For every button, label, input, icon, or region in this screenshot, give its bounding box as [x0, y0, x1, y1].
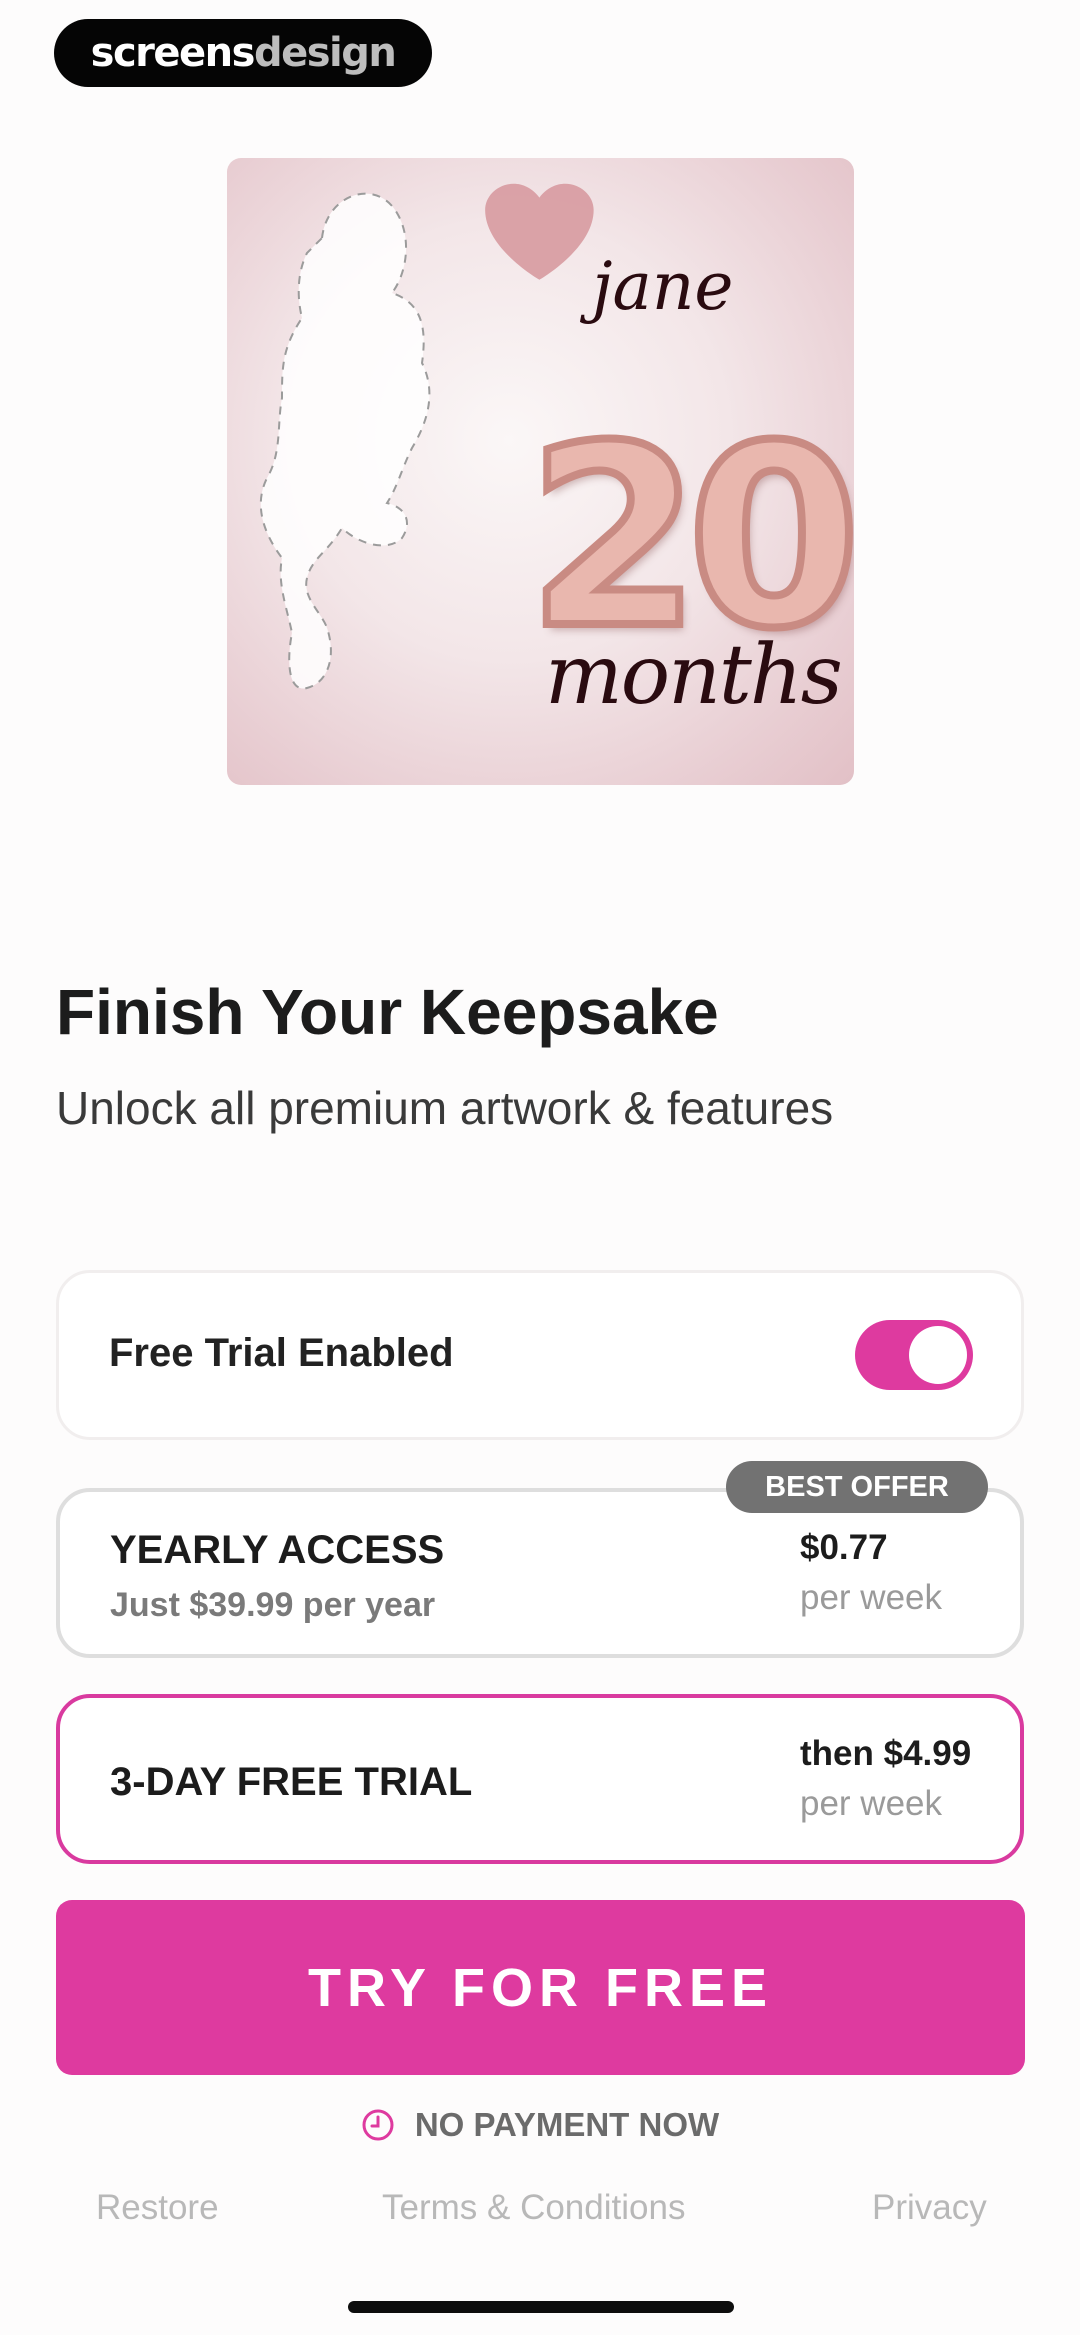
artwork-name: jane	[592, 248, 734, 325]
plan-trial-name: 3-DAY FREE TRIAL	[110, 1760, 473, 1804]
best-offer-badge: BEST OFFER	[726, 1461, 988, 1513]
page-title: Finish Your Keepsake	[56, 976, 719, 1048]
heart-shape	[485, 183, 594, 280]
free-trial-toggle-label: Free Trial Enabled	[109, 1331, 454, 1375]
no-payment-text: NO PAYMENT NOW	[414, 2106, 720, 2143]
try-for-free-button[interactable]: TRY FOR FREE	[56, 1900, 1025, 2075]
toggle-knob	[909, 1326, 967, 1384]
brand-logo: screens design	[54, 19, 432, 87]
privacy-link[interactable]: Privacy	[872, 2188, 987, 2228]
free-trial-toggle-card: Free Trial Enabled	[56, 1270, 1024, 1440]
clock-icon	[362, 2109, 394, 2141]
free-trial-toggle[interactable]	[855, 1320, 973, 1390]
restore-link[interactable]: Restore	[96, 2188, 219, 2228]
home-indicator	[348, 2301, 734, 2313]
plan-trial-option[interactable]: 3-DAY FREE TRIAL then $4.99 per week	[56, 1694, 1024, 1864]
baby-silhouette-placeholder	[259, 192, 431, 690]
plan-yearly-price: $0.77	[800, 1528, 888, 1567]
brand-logo-part2: design	[253, 30, 397, 76]
plan-yearly-option[interactable]: YEARLY ACCESS Just $39.99 per year $0.77…	[56, 1488, 1024, 1658]
plan-yearly-name: YEARLY ACCESS	[110, 1528, 445, 1572]
keepsake-artwork: jane 20 months	[227, 158, 854, 785]
plan-yearly-detail: Just $39.99 per year	[110, 1586, 436, 1624]
plan-trial-price-unit: per week	[800, 1784, 943, 1823]
artwork-unit: months	[545, 628, 843, 723]
plan-yearly-price-unit: per week	[800, 1578, 943, 1617]
brand-logo-part1: screens	[90, 30, 256, 76]
plan-trial-price: then $4.99	[800, 1734, 972, 1773]
terms-link[interactable]: Terms & Conditions	[382, 2188, 685, 2228]
artwork-balloon-number: 20	[523, 392, 854, 683]
page-subtitle: Unlock all premium artwork & features	[56, 1082, 834, 1134]
no-payment-notice: NO PAYMENT NOW	[0, 2100, 1080, 2150]
